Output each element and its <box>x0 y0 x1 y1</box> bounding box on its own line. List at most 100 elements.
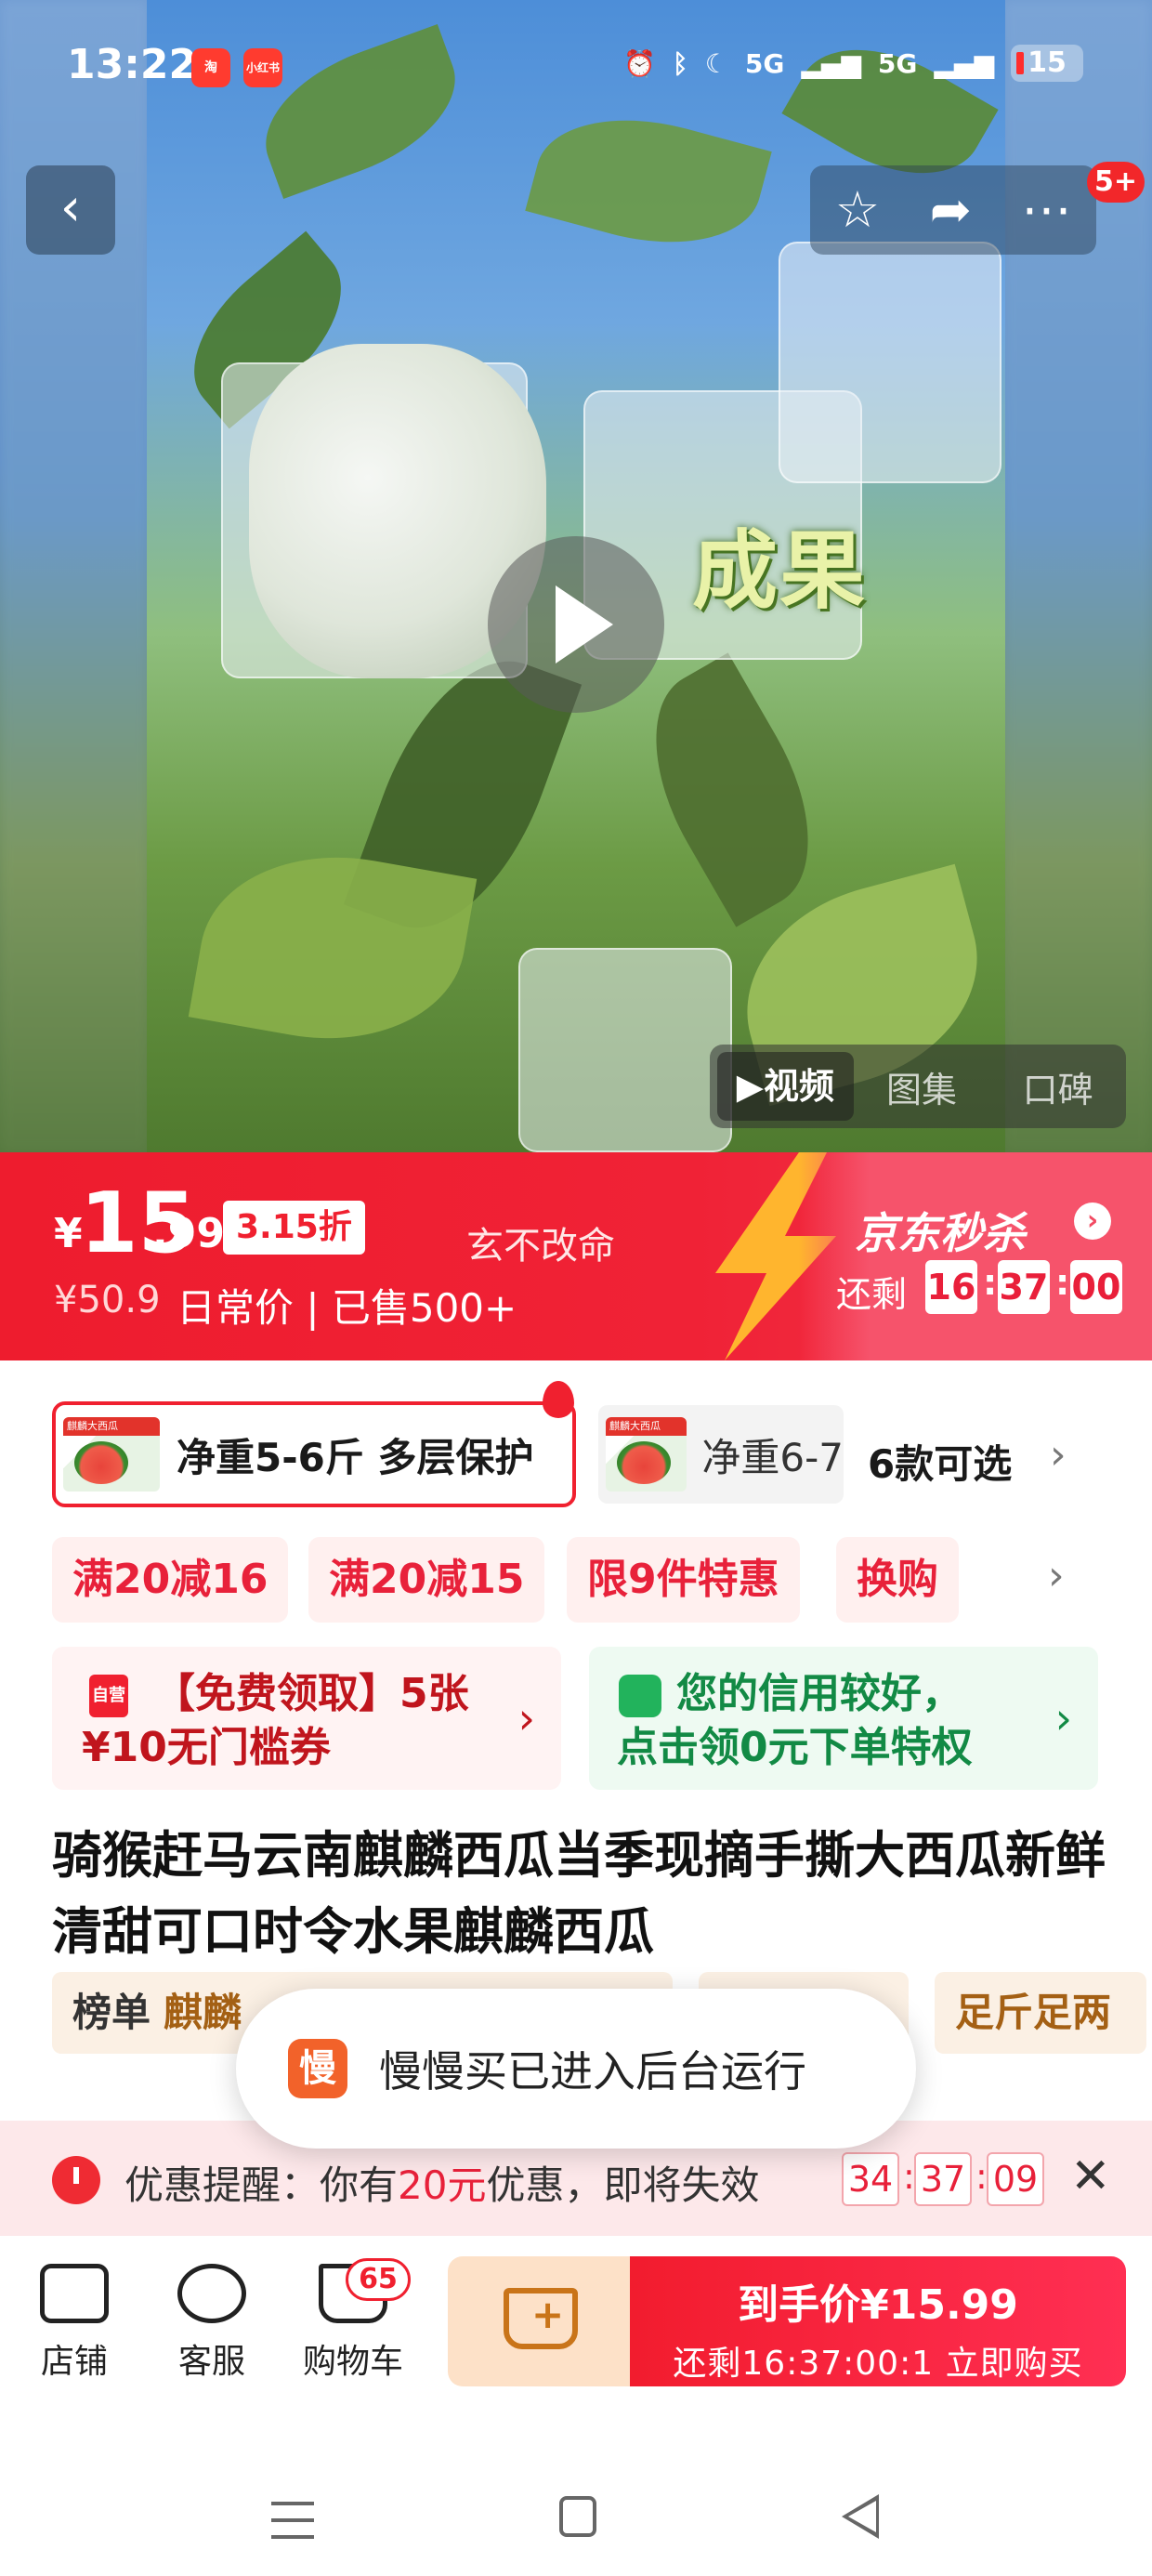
variant-count[interactable]: 6款可选 <box>868 1433 1012 1490</box>
free-coupon-card[interactable]: 自营 【免费领取】5张 ¥10无门槛券 › <box>52 1647 561 1790</box>
weight-guarantee-tag[interactable]: 足斤足两 <box>935 1972 1146 2054</box>
more-icon[interactable]: ⋯ <box>1021 185 1071 235</box>
coupon-line1: 【免费领取】5张 <box>154 1670 469 1717</box>
status-time: 13:22 <box>67 41 198 88</box>
chevron-right-icon: › <box>517 1693 535 1743</box>
add-to-cart-button[interactable]: + <box>448 2256 630 2386</box>
reminder-minutes: 37 <box>914 2152 972 2206</box>
tag-key: 足斤足两 <box>955 1990 1112 2035</box>
fruit-bag <box>779 242 1001 483</box>
variant-option-selected[interactable]: 麒麟大西瓜 净重5-6斤 多层保护 <box>52 1401 576 1507</box>
flash-sale[interactable]: 京东秒杀 › 还剩 16 : 37 : 00 <box>799 1152 1152 1360</box>
bluetooth-icon: ᛒ <box>672 47 688 79</box>
credit-line2: 点击领0元下单特权 <box>617 1724 973 1771</box>
system-status-icons: ⏰ ᛒ ☾ 5G ▂▄▆ 5G ▂▄▆ 15 <box>623 45 1083 82</box>
close-icon[interactable]: ✕ <box>1070 2149 1111 2204</box>
back-button[interactable]: ‹ <box>26 165 115 255</box>
chevron-right-icon[interactable]: › <box>1050 1431 1067 1479</box>
final-price-label: 到手价¥15.99 <box>738 2281 1018 2329</box>
remaining-label: 还剩 <box>836 1274 908 1315</box>
menu-icon[interactable] <box>271 2502 314 2539</box>
sold-info: 日常价 | 已售500+ <box>177 1285 517 1331</box>
chevron-left-icon: ‹ <box>59 177 82 238</box>
bottom-action-bar: 店铺 客服 购物车 65 + 到手价¥15.99 还剩16:37:00:1 立即… <box>0 2236 1152 2403</box>
tab-video[interactable]: ▶视频 <box>717 1052 854 1121</box>
leaf-shape <box>615 652 849 927</box>
home-icon[interactable] <box>559 2496 596 2537</box>
signal-icon: ▂▄▆ <box>934 47 994 79</box>
watermelon-image <box>74 1441 128 1484</box>
chevron-right-icon[interactable]: › <box>1048 1552 1065 1599</box>
moon-icon: ☾ <box>704 47 728 79</box>
thumb-header-text: 麒麟大西瓜 <box>67 1420 118 1432</box>
price-currency: ¥ <box>54 1210 83 1257</box>
variant-label: 净重5-6斤 多层保护 <box>177 1434 534 1480</box>
plus-icon: + <box>531 2292 565 2337</box>
thumb-header: 麒麟大西瓜 <box>606 1417 687 1436</box>
countdown-hours: 16 <box>925 1260 977 1314</box>
colon: : <box>1055 1262 1070 1303</box>
tab-reviews[interactable]: 口碑 <box>989 1061 1126 1112</box>
countdown-seconds: 00 <box>1070 1260 1122 1314</box>
smile-icon <box>177 2264 246 2323</box>
thumb-header: 麒麟大西瓜 <box>63 1417 160 1436</box>
variant-option[interactable]: 麒麟大西瓜 净重6-7 <box>598 1405 844 1504</box>
manmanmai-app-icon: 慢 <box>288 2039 347 2098</box>
play-icon[interactable] <box>488 536 664 713</box>
reminder-hours: 34 <box>842 2152 899 2206</box>
price-decimal: .99 <box>152 1210 225 1257</box>
variant-thumbnail: 麒麟大西瓜 <box>606 1417 687 1492</box>
back-triangle-icon[interactable] <box>842 2494 879 2539</box>
xiaohongshu-app-icon: 小红书 <box>243 48 282 87</box>
cart-label: 购物车 <box>302 2343 403 2381</box>
variant-thumbnail: 麒麟大西瓜 <box>63 1417 160 1492</box>
service-label: 客服 <box>177 2343 245 2381</box>
share-icon[interactable]: ➦ <box>930 185 972 235</box>
colon: : <box>975 2156 988 2197</box>
variant-label: 净重6-7 <box>701 1434 844 1480</box>
credit-privilege-card[interactable]: 您的信用较好， 点击领0元下单特权 › <box>589 1647 1098 1790</box>
cart-count-badge: 65 <box>346 2258 411 2301</box>
video-caption: 成果 <box>692 521 868 621</box>
reminder-prefix: 优惠提醒：你有 <box>124 2162 399 2208</box>
tag-value: 麒麟 <box>164 1990 242 2035</box>
buy-now-button[interactable]: 到手价¥15.99 还剩16:37:00:1 立即购买 <box>630 2256 1126 2386</box>
signal-5g-label: 5G <box>877 47 918 79</box>
customer-service-button[interactable]: 客服 <box>156 2264 268 2383</box>
price-banner: ¥ 15 .99 3.15折 玄不改命 ¥50.9 日常价 | 已售500+ 京… <box>0 1152 1152 1360</box>
tab-gallery[interactable]: 图集 <box>854 1061 990 1112</box>
variant-selector: 麒麟大西瓜 净重5-6斤 多层保护 麒麟大西瓜 净重6-7 6款可选 › <box>0 1360 1152 1520</box>
promo-chip[interactable]: 限9件特惠 <box>567 1537 800 1623</box>
reminder-suffix: 优惠，即将失效 <box>486 2162 760 2208</box>
seller-name: 玄不改命 <box>466 1225 615 1268</box>
background-toast: 慢 慢慢买已进入后台运行 <box>236 1989 916 2149</box>
colon: : <box>983 1262 998 1303</box>
reminder-amount: 20元 <box>398 2162 487 2208</box>
tag-key: 榜单 <box>72 1990 151 2035</box>
watermelon-image <box>617 1441 671 1484</box>
signal-5g-label: 5G <box>744 47 785 79</box>
promo-chip[interactable]: 满20减15 <box>308 1537 545 1623</box>
alarm-icon: ⏰ <box>623 47 656 79</box>
credit-line1: 您的信用较好， <box>676 1670 962 1717</box>
star-icon[interactable]: ☆ <box>835 185 880 235</box>
more-badge: 5+ <box>1087 162 1145 203</box>
media-tabs: ▶视频 图集 口碑 <box>710 1045 1126 1128</box>
reminder-text: 优惠提醒：你有20元优惠，即将失效 <box>124 2154 759 2211</box>
shop-button[interactable]: 店铺 <box>19 2264 130 2383</box>
promo-chip[interactable]: 满20减16 <box>52 1537 289 1623</box>
store-icon <box>40 2264 109 2323</box>
buy-countdown-label: 还剩16:37:00:1 立即购买 <box>673 2345 1083 2383</box>
shop-label: 店铺 <box>40 2343 108 2381</box>
countdown-minutes: 37 <box>998 1260 1050 1314</box>
taobao-app-icon: 淘 <box>191 48 230 87</box>
promo-chip[interactable]: 换购 <box>836 1537 959 1623</box>
reminder-seconds: 09 <box>987 2152 1044 2206</box>
toast-message: 慢慢买已进入后台运行 <box>379 2046 806 2096</box>
coupon-line2: ¥10无门槛券 <box>82 1724 331 1771</box>
discount-badge: 3.15折 <box>223 1201 365 1255</box>
fire-icon <box>543 1381 574 1418</box>
thumb-header-text: 麒麟大西瓜 <box>609 1420 661 1432</box>
signal-icon: ▂▄▆ <box>801 47 861 79</box>
top-actions: ☆ ➦ ⋯ <box>810 165 1096 255</box>
